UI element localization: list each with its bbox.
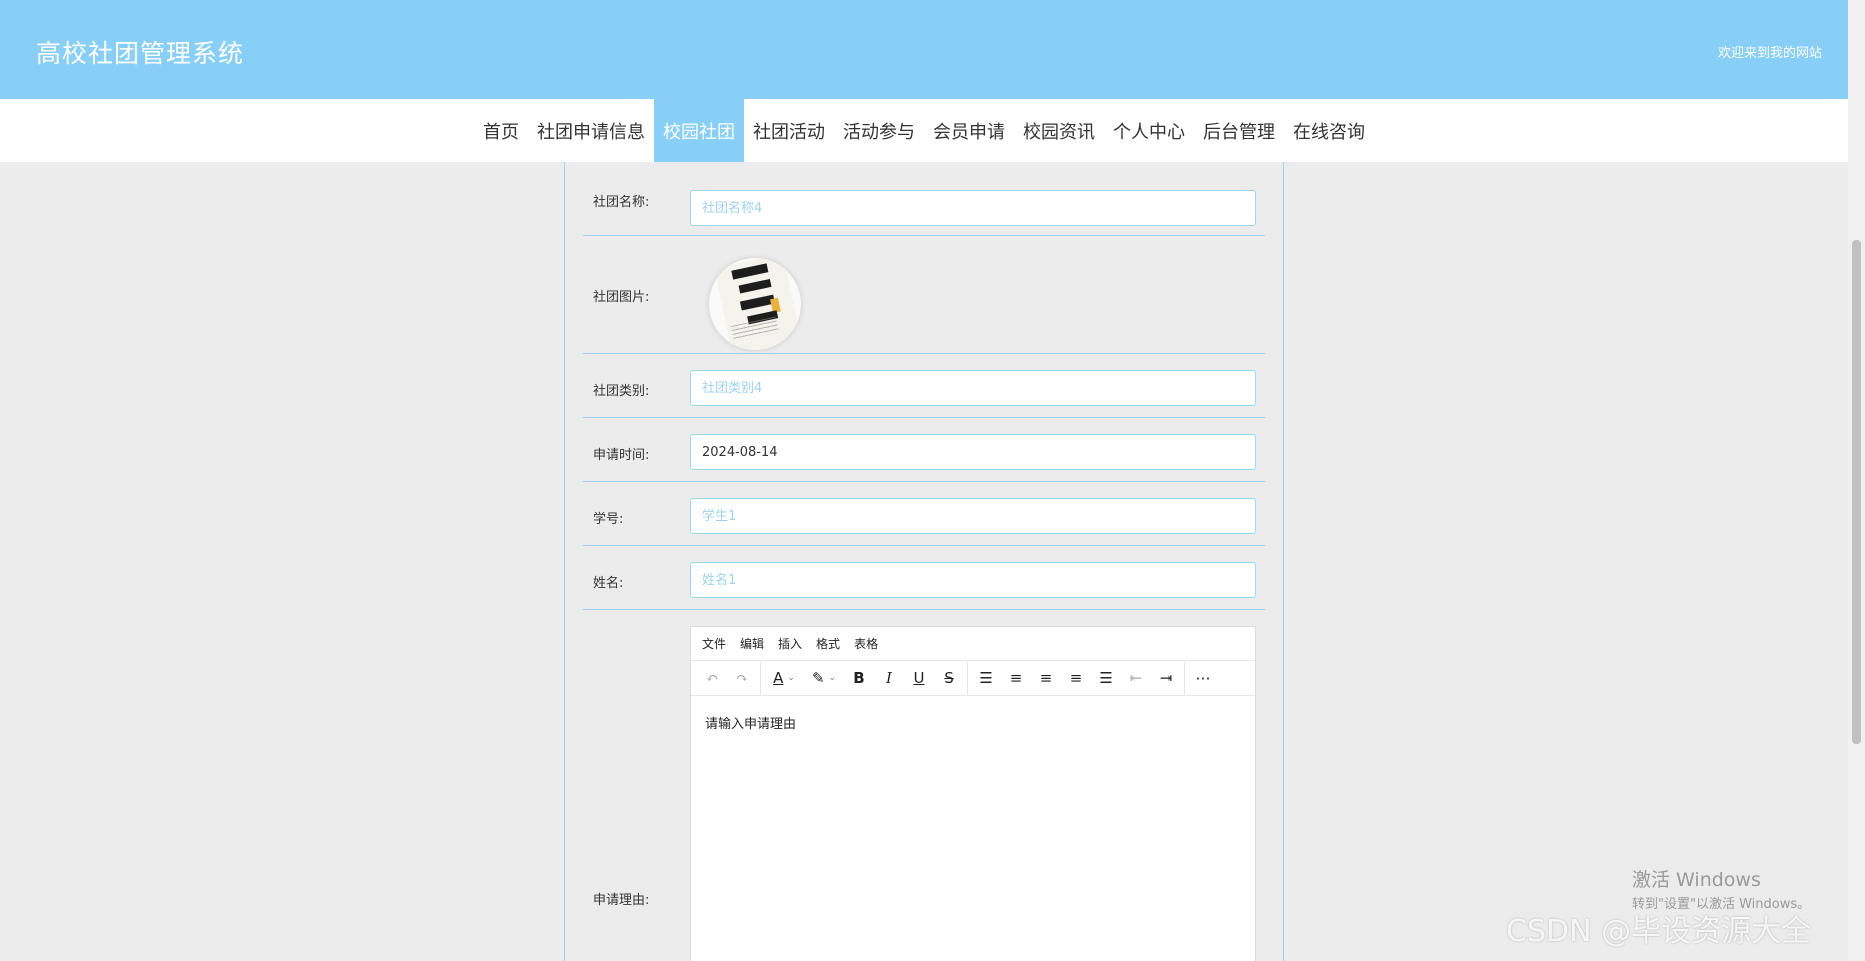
menu-edit[interactable]: 编辑 — [740, 635, 764, 652]
text-color-icon[interactable]: A ⌄ — [764, 665, 804, 691]
nav-item-personal-center[interactable]: 个人中心 — [1104, 99, 1194, 162]
club-name-input[interactable] — [690, 190, 1256, 226]
club-image-label: 社团图片: — [593, 290, 650, 305]
italic-icon[interactable]: I — [874, 665, 904, 691]
redo-icon[interactable]: ↷ — [727, 665, 757, 691]
menu-format[interactable]: 格式 — [816, 635, 840, 652]
main-nav: 首页 社团申请信息 校园社团 社团活动 活动参与 会员申请 校园资讯 个人中心 … — [0, 99, 1848, 162]
poster-text-stroke — [739, 294, 776, 311]
strikethrough-icon[interactable]: S — [934, 665, 964, 691]
menu-table[interactable]: 表格 — [854, 635, 878, 652]
student-id-input[interactable] — [690, 498, 1256, 534]
student-id-row: 学号: — [583, 482, 1265, 546]
editor-menubar: 文件 编辑 插入 格式 表格 — [691, 627, 1255, 661]
student-id-label: 学号: — [593, 512, 624, 527]
reason-label: 申请理由: — [593, 893, 650, 908]
nav-item-campus-clubs[interactable]: 校园社团 — [654, 99, 744, 162]
poster-text-stroke — [731, 263, 769, 280]
activate-windows-title: 激活 Windows — [1632, 869, 1761, 891]
align-left-icon[interactable]: ≡ — [1001, 665, 1031, 691]
align-right-icon[interactable]: ≡ — [1061, 665, 1091, 691]
club-name-label: 社团名称: — [593, 195, 650, 210]
nav-item-activity-participation[interactable]: 活动参与 — [834, 99, 924, 162]
toolbar-divider — [967, 660, 968, 696]
name-input[interactable] — [690, 562, 1256, 598]
scrollbar-thumb[interactable] — [1852, 240, 1861, 744]
nav-item-campus-news[interactable]: 校园资讯 — [1014, 99, 1104, 162]
nav-item-online-consult[interactable]: 在线咨询 — [1284, 99, 1374, 162]
bold-icon[interactable]: B — [844, 665, 874, 691]
reason-editor-body[interactable]: 请输入申请理由 — [691, 696, 1255, 749]
nav-item-club-applications[interactable]: 社团申请信息 — [528, 99, 654, 162]
poster-fine-print — [730, 316, 780, 342]
nav-item-club-activities[interactable]: 社团活动 — [744, 99, 834, 162]
club-name-row: 社团名称: — [583, 162, 1265, 236]
reason-editor: 文件 编辑 插入 格式 表格 ↶ ↷ A ⌄ ✎ ⌄ B I U S ☰ ≡ ≡ ≡ — [690, 626, 1256, 961]
undo-icon[interactable]: ↶ — [697, 665, 727, 691]
apply-time-row: 申请时间: — [583, 418, 1265, 482]
line-height-icon[interactable]: ☰ — [971, 665, 1001, 691]
more-icon[interactable]: ⋯ — [1188, 665, 1218, 691]
align-justify-icon[interactable]: ☰ — [1091, 665, 1121, 691]
site-title: 高校社团管理系统 — [36, 39, 245, 68]
club-category-row: 社团类别: — [583, 354, 1265, 418]
apply-time-label: 申请时间: — [593, 448, 650, 463]
outdent-icon[interactable]: ⇤ — [1121, 665, 1151, 691]
csdn-watermark: CSDN @毕设资源大全 — [1506, 914, 1812, 949]
reason-row: 申请理由: 文件 编辑 插入 格式 表格 ↶ ↷ A ⌄ ✎ ⌄ B I U S ☰ — [583, 610, 1265, 961]
nav-item-admin[interactable]: 后台管理 — [1194, 99, 1284, 162]
apply-time-input[interactable] — [690, 434, 1256, 470]
toolbar-divider — [760, 660, 761, 696]
club-image-row: 社团图片: — [583, 236, 1265, 354]
menu-file[interactable]: 文件 — [702, 635, 726, 652]
application-form: 社团名称: 社团图片: 社团类别: 申请时间: 学号: 姓名: — [564, 162, 1284, 961]
welcome-text: 欢迎来到我的网站 — [1717, 46, 1822, 61]
name-label: 姓名: — [593, 576, 624, 591]
poster-text-stroke — [738, 278, 772, 294]
underline-icon[interactable]: U — [904, 665, 934, 691]
editor-toolbar: ↶ ↷ A ⌄ ✎ ⌄ B I U S ☰ ≡ ≡ ≡ ☰ ⇤ ⇥ ⋯ — [691, 660, 1255, 696]
toolbar-divider — [1184, 660, 1185, 696]
indent-icon[interactable]: ⇥ — [1151, 665, 1181, 691]
align-center-icon[interactable]: ≡ — [1031, 665, 1061, 691]
club-recruitment-poster — [714, 258, 801, 350]
nav-item-home[interactable]: 首页 — [474, 99, 528, 162]
menu-insert[interactable]: 插入 — [778, 635, 802, 652]
top-header: 高校社团管理系统 欢迎来到我的网站 — [0, 0, 1848, 99]
name-row: 姓名: — [583, 546, 1265, 610]
highlight-icon[interactable]: ✎ ⌄ — [804, 665, 844, 691]
club-category-label: 社团类别: — [593, 384, 650, 399]
club-category-input[interactable] — [690, 370, 1256, 406]
club-image — [709, 258, 801, 350]
page-scrollbar[interactable] — [1848, 0, 1865, 961]
nav-item-member-applications[interactable]: 会员申请 — [924, 99, 1014, 162]
